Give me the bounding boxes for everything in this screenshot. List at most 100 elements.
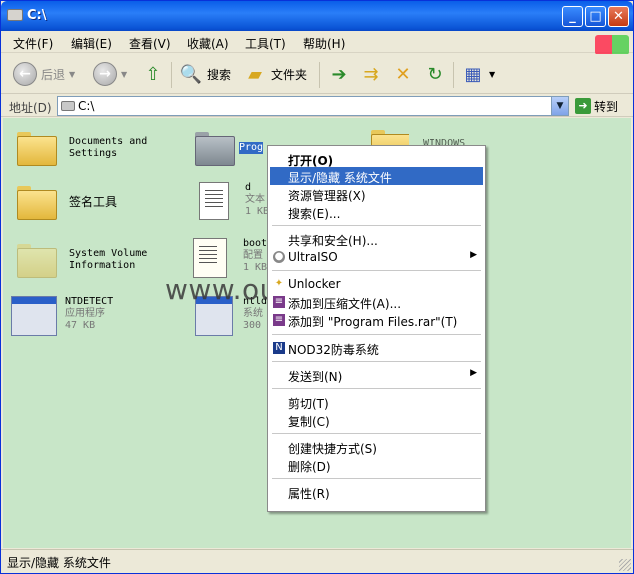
menu-item-properties[interactable]: 属性(R) — [270, 483, 483, 501]
up-button[interactable]: ⇧ — [141, 60, 165, 88]
menu-help[interactable]: 帮助(H) — [303, 35, 345, 52]
go-button[interactable]: ➜ 转到 — [575, 97, 618, 115]
winrar-icon: ≡ — [273, 314, 285, 326]
menu-separator — [272, 361, 481, 362]
menu-item-delete[interactable]: 删除(D) — [270, 456, 483, 474]
item-size: 1 KB — [245, 206, 270, 217]
explorer-window: C:\ _ □ ✕ 文件(F) 编辑(E) 查看(V) 收藏(A) 工具(T) … — [0, 0, 634, 574]
menu-separator — [272, 388, 481, 389]
nod32-icon: N — [273, 342, 285, 354]
list-item[interactable]: System Volume Information — [17, 244, 147, 278]
unlocker-icon: ✦ — [274, 278, 284, 289]
list-item[interactable]: Prog — [195, 132, 264, 166]
status-text: 显示/隐藏 系统文件 — [7, 556, 111, 570]
menu-file[interactable]: 文件(F) — [13, 35, 53, 52]
menu-tools[interactable]: 工具(T) — [245, 35, 286, 52]
item-name: 签名工具 — [69, 195, 118, 209]
submenu-arrow-icon: ▶ — [470, 250, 477, 260]
folder-up-icon: ⇧ — [145, 63, 161, 85]
item-type: 系统 — [243, 308, 263, 319]
winrar-icon: ≡ — [273, 296, 285, 308]
menu-item-create-shortcut[interactable]: 创建快捷方式(S) — [270, 438, 483, 456]
submenu-arrow-icon: ▶ — [470, 368, 477, 378]
menu-item-ultraiso[interactable]: ● UltraISO ▶ — [270, 248, 483, 266]
list-item[interactable]: NTDETECT 应用程序 47 KB — [11, 296, 113, 336]
menu-item-add-to-rar[interactable]: ≡ 添加到 "Program Files.rar"(T) — [270, 311, 483, 329]
item-name: NTDETECT — [65, 296, 114, 307]
address-bar: 地址(D) C:\ ▼ ➜ 转到 — [1, 95, 633, 117]
status-bar: 显示/隐藏 系统文件 — [1, 549, 633, 573]
address-value: C:\ — [78, 99, 95, 113]
menu-item-search[interactable]: 搜索(E)... — [270, 203, 483, 221]
menu-item-open[interactable]: 打开(O) — [270, 150, 483, 168]
menu-item-cut[interactable]: 剪切(T) — [270, 393, 483, 411]
search-icon: 🔍 — [179, 63, 203, 85]
menu-item-add-to-archive[interactable]: ≡ 添加到压缩文件(A)... — [270, 293, 483, 311]
copy-to-button[interactable]: ⇉ — [359, 60, 383, 88]
application-icon — [11, 296, 57, 336]
menu-item-unlocker[interactable]: ✦ Unlocker — [270, 275, 483, 293]
back-label: 后退 — [41, 67, 66, 82]
views-icon: ▦ — [464, 63, 482, 85]
back-arrow-icon: ← — [13, 62, 37, 86]
views-dropdown-icon: ▼ — [489, 69, 496, 79]
menu-item-toggle-system-files[interactable]: 显示/隐藏 系统文件 — [270, 167, 483, 185]
move-to-button[interactable]: ➔ — [327, 60, 351, 88]
menu-separator — [272, 433, 481, 434]
back-button[interactable]: ← 后退 ▼ — [13, 60, 75, 88]
menu-item-nod32[interactable]: N NOD32防毒系统 — [270, 339, 483, 357]
folder-icon — [17, 244, 57, 278]
folder-icon — [195, 132, 235, 166]
item-name: Information — [69, 260, 136, 271]
menu-view[interactable]: 查看(V) — [129, 35, 171, 52]
undo-button[interactable]: ↻ — [423, 60, 447, 88]
forward-dropdown-icon: ▼ — [121, 69, 128, 79]
list-item[interactable]: 签名工具 — [17, 186, 118, 220]
address-input[interactable]: C:\ ▼ — [57, 96, 569, 116]
address-label: 地址(D) — [9, 101, 52, 115]
item-name: Documents and — [69, 136, 148, 147]
item-name: boot — [243, 238, 268, 249]
menu-item-copy[interactable]: 复制(C) — [270, 411, 483, 429]
list-item[interactable]: boot 配置 1 KB — [193, 238, 267, 278]
folder-icon — [17, 186, 57, 220]
toolbar-divider — [171, 62, 172, 88]
menu-favorites[interactable]: 收藏(A) — [187, 35, 229, 52]
delete-x-icon: ✕ — [395, 63, 411, 85]
item-type: 应用程序 — [65, 308, 105, 319]
forward-arrow-icon: → — [93, 62, 117, 86]
item-size: 300 — [243, 320, 262, 331]
address-dropdown-icon[interactable]: ▼ — [551, 97, 568, 115]
views-button[interactable]: ▦ ▼ — [461, 60, 495, 88]
ultraiso-icon: ● — [273, 251, 285, 263]
menu-item-explorer[interactable]: 资源管理器(X) — [270, 185, 483, 203]
list-item[interactable]: d 文本 1 KB — [199, 182, 269, 220]
menu-separator — [272, 478, 481, 479]
menu-separator — [272, 334, 481, 335]
list-item[interactable]: Documents and Settings — [17, 132, 148, 166]
folders-button[interactable]: ▰ 文件夹 — [243, 60, 307, 88]
close-button[interactable]: ✕ — [608, 6, 629, 27]
config-file-icon — [193, 238, 227, 278]
maximize-button[interactable]: □ — [585, 6, 606, 27]
copy-to-icon: ⇉ — [363, 63, 379, 85]
delete-button[interactable]: ✕ — [391, 60, 415, 88]
menu-item-send-to[interactable]: 发送到(N) ▶ — [270, 366, 483, 384]
text-file-icon — [199, 182, 229, 220]
search-button[interactable]: 🔍 搜索 — [179, 60, 231, 88]
back-dropdown-icon[interactable]: ▼ — [69, 70, 75, 79]
item-name: Prog — [239, 142, 264, 154]
toolbar-divider — [319, 62, 320, 88]
drive-icon — [7, 9, 23, 21]
menu-edit[interactable]: 编辑(E) — [71, 35, 112, 52]
menu-separator — [272, 225, 481, 226]
window-title: C:\ — [27, 8, 47, 23]
minimize-button[interactable]: _ — [562, 6, 583, 27]
resize-grip-icon[interactable] — [619, 559, 631, 571]
title-bar[interactable]: C:\ _ □ ✕ — [1, 1, 633, 31]
drive-icon — [61, 101, 75, 111]
move-to-icon: ➔ — [331, 63, 347, 85]
forward-button[interactable]: → ▼ — [93, 60, 127, 88]
menu-item-sharing[interactable]: 共享和安全(H)... — [270, 230, 483, 248]
folder-icon — [17, 132, 57, 166]
